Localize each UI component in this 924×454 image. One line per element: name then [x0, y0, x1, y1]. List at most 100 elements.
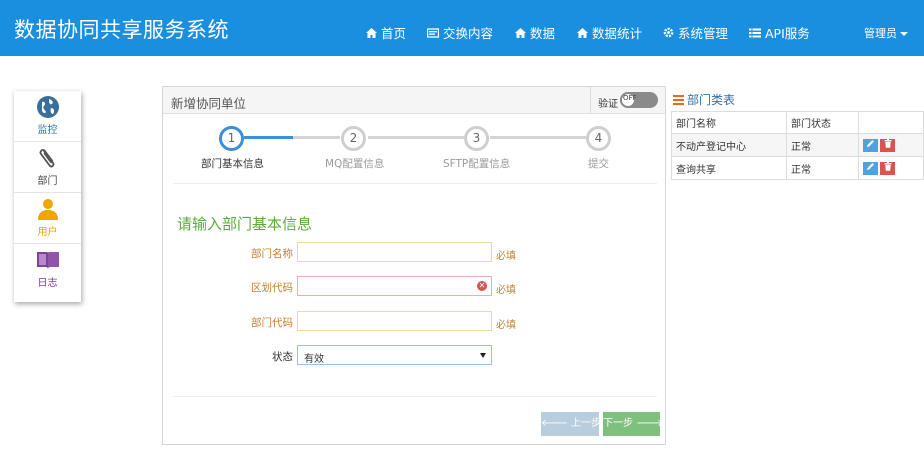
sidebar-item-log[interactable]: 日志	[14, 244, 81, 295]
status-selected-value: 有效	[304, 354, 324, 365]
dept-status-cell: 正常	[786, 156, 859, 180]
trash-icon	[884, 161, 891, 171]
nav-item-data[interactable]: 数据	[515, 23, 555, 42]
home-icon	[577, 27, 588, 38]
sidebar-item-user[interactable]: 用户	[14, 193, 81, 244]
table-row: 不动产登记中心 正常	[671, 133, 924, 157]
dept-name-input[interactable]	[297, 242, 492, 262]
next-step-button[interactable]: 下一步 🡒	[603, 412, 664, 436]
dept-name-cell: 查询共享	[671, 156, 787, 180]
divider	[173, 396, 657, 397]
next-step-label: 下一步	[603, 418, 633, 429]
book-icon	[37, 252, 59, 269]
delete-button[interactable]	[880, 161, 895, 175]
user-icon	[38, 199, 58, 220]
header-divider	[590, 87, 591, 114]
wizard-step-label: 提交	[588, 158, 609, 170]
app-title: 数据协同共享服务系统	[14, 18, 229, 42]
user-menu[interactable]: 管理员	[864, 25, 908, 41]
edit-button[interactable]	[863, 138, 878, 152]
dept-name-cell: 不动产登记中心	[671, 133, 787, 157]
clear-error-icon[interactable]: ✕	[477, 281, 487, 291]
column-header	[858, 111, 924, 134]
trash-icon	[884, 138, 891, 148]
panel-header: 新增协同单位 验证 OFF	[163, 87, 665, 114]
column-header: 部门状态	[786, 111, 859, 134]
nav-item-label: 数据统计	[592, 26, 643, 41]
wizard-line	[293, 136, 340, 139]
field-label: 状态	[272, 351, 293, 363]
arrow-right-icon: 🡒	[636, 418, 664, 429]
required-hint: 必填	[496, 320, 516, 331]
sidebar-item-label: 部门	[37, 176, 58, 187]
nav-item-system[interactable]: 系统管理	[663, 23, 728, 42]
edit-button[interactable]	[863, 161, 878, 175]
prev-step-label: 上一步	[571, 418, 602, 429]
wizard-step-label: MQ配置信息	[325, 158, 385, 170]
home-icon	[515, 27, 526, 38]
field-label: 区划代码	[251, 282, 293, 294]
sidebar-item-label: 日志	[37, 278, 58, 289]
sidebar-item-monitor[interactable]: 监控	[14, 91, 81, 142]
wizard-progress-line	[244, 136, 293, 139]
dept-list-header: 部门类表	[673, 91, 735, 108]
required-hint: 必填	[496, 251, 516, 262]
globe-icon	[37, 96, 59, 118]
wizard-line	[490, 136, 586, 139]
nav-item-label: 数据	[530, 26, 556, 41]
wizard-step-4[interactable]: 4	[586, 126, 611, 151]
pencil-icon	[867, 162, 874, 170]
verify-label: 验证	[598, 99, 618, 110]
add-unit-panel: 新增协同单位 验证 OFF 1 2 3 4 部门基本信息 MQ配置信息 SFTP…	[162, 86, 666, 445]
sidebar-item-department[interactable]: 部门	[14, 142, 81, 193]
arrow-left-icon: 🡐	[541, 418, 568, 429]
nav-item-label: 首页	[381, 26, 407, 41]
nav-item-home[interactable]: 首页	[366, 23, 406, 42]
sidebar-item-label: 监控	[37, 125, 58, 136]
sidebar-item-label: 用户	[37, 227, 58, 238]
home-icon	[366, 27, 377, 38]
status-select[interactable]: 有效	[297, 345, 492, 365]
wizard-step-2[interactable]: 2	[341, 126, 366, 151]
divider	[173, 183, 657, 184]
field-label: 部门代码	[251, 317, 293, 329]
wizard-step-label: 部门基本信息	[201, 158, 264, 170]
menu-bars-icon	[673, 93, 684, 107]
form-row-dept-name: 部门名称 必填	[163, 242, 667, 262]
form-row-dept-code: 部门代码 必填	[163, 311, 667, 331]
form-row-status: 状态 有效	[163, 345, 667, 365]
dept-status-cell: 正常	[786, 133, 859, 157]
dept-table: 部门名称 部门状态 不动产登记中心 正常 查询共享 正常	[671, 111, 924, 180]
form-title: 请输入部门基本信息	[177, 215, 313, 233]
table-row: 查询共享 正常	[671, 156, 924, 180]
actions-cell	[858, 133, 924, 157]
wizard-line	[368, 136, 464, 139]
actions-cell	[858, 156, 924, 180]
nav-item-api[interactable]: API服务	[749, 23, 810, 42]
wizard-step-3[interactable]: 3	[464, 126, 489, 151]
prev-step-button[interactable]: 🡐 上一步	[541, 412, 602, 436]
form-row-region-code: 区划代码 ✕ 必填	[163, 276, 667, 296]
region-code-input[interactable]: ✕	[297, 276, 492, 296]
dropdown-arrow-icon	[480, 353, 486, 358]
dept-list-title: 部门类表	[687, 93, 736, 107]
paperclip-icon	[39, 149, 55, 168]
sidebar: 监控 部门 用户 日志	[14, 91, 81, 302]
panel-title: 新增协同单位	[171, 96, 247, 111]
nav-item-statistics[interactable]: 数据统计	[577, 23, 642, 42]
user-name: 管理员	[864, 27, 897, 40]
required-hint: 必填	[496, 285, 516, 296]
verify-toggle[interactable]: OFF	[620, 92, 658, 108]
gear-icon	[663, 27, 674, 38]
dept-code-input[interactable]	[297, 311, 492, 331]
wizard-step-1[interactable]: 1	[219, 126, 244, 151]
card-icon	[427, 27, 439, 38]
list-icon	[749, 28, 761, 37]
delete-button[interactable]	[880, 138, 895, 152]
nav-item-exchange[interactable]: 交换内容	[427, 23, 493, 42]
nav-item-label: 系统管理	[678, 26, 729, 41]
pencil-icon	[867, 139, 874, 147]
nav-item-label: API服务	[765, 26, 810, 41]
toggle-text: OFF	[623, 94, 637, 102]
field-label: 部门名称	[251, 248, 293, 260]
